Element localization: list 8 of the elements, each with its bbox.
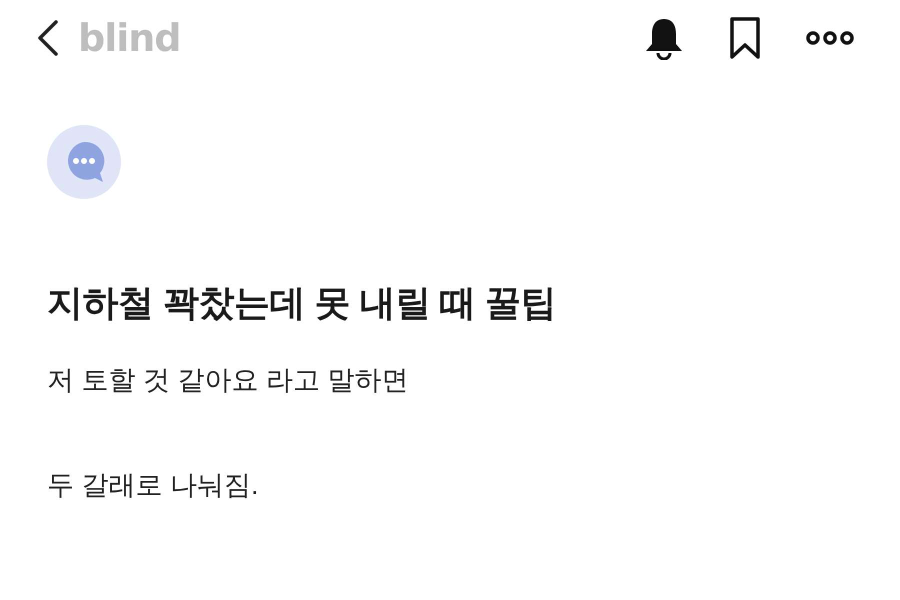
- bell-icon[interactable]: [644, 16, 684, 60]
- back-button[interactable]: [36, 19, 60, 57]
- post-text: 저 토할 것 같아요 라고 말하면: [47, 364, 410, 397]
- bookmark-icon[interactable]: [728, 16, 762, 60]
- more-icon[interactable]: [806, 30, 854, 46]
- post-text: 두 갈래로 나눠짐.: [47, 468, 260, 501]
- post-title: 지하철 꽉찼는데 못 내릴 때 꿀팁: [47, 281, 558, 324]
- logo: blind: [78, 19, 181, 57]
